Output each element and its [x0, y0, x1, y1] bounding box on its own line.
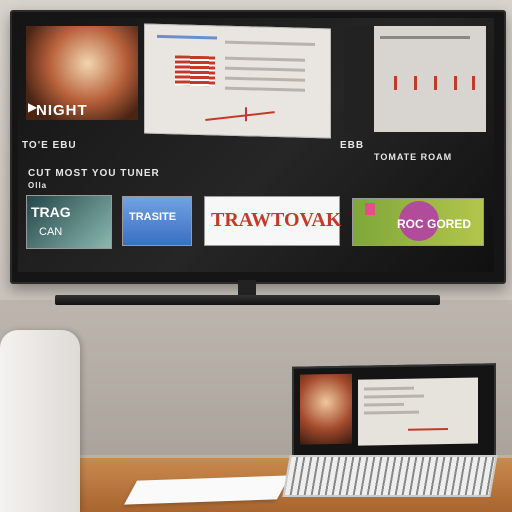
heading-left: TO'E EBU: [22, 140, 77, 151]
sofa: [0, 330, 80, 512]
tile-subtitle: CAN: [39, 226, 63, 238]
hero-title: NIGHT: [36, 102, 88, 119]
laptop-hero-thumbnail: [300, 373, 352, 445]
content-tile[interactable]: ROC GORED: [352, 198, 484, 246]
tile-title: TRAG: [31, 204, 71, 220]
laptop-content-panel: [358, 377, 478, 446]
content-tile[interactable]: TRASITE: [122, 196, 192, 246]
section-sub: Olla: [28, 181, 48, 190]
tile-title: TRAWTOVAK: [211, 209, 342, 231]
laptop-keyboard: [282, 455, 498, 497]
section-label: CUT MOST YOU TUNER: [28, 168, 160, 179]
content-tile[interactable]: TRAG CAN: [26, 195, 112, 249]
tv-screen: ▶ NIGHT TO'E EBU EBB TOMATE ROAM CUT MOS…: [18, 18, 494, 272]
content-panel-right[interactable]: [344, 26, 486, 132]
tile-title: ROC GORED: [397, 217, 472, 231]
heading-right-sub: TOMATE ROAM: [374, 152, 453, 162]
tv-stand-base: [55, 295, 440, 305]
laptop-screen: [292, 363, 496, 463]
heading-right: EBB: [340, 140, 365, 151]
content-panel-center[interactable]: [144, 23, 331, 139]
tv-stand-neck: [238, 280, 256, 296]
content-tile[interactable]: TRAWTOVAK: [204, 196, 342, 246]
tile-title: TRASITE: [129, 211, 177, 223]
